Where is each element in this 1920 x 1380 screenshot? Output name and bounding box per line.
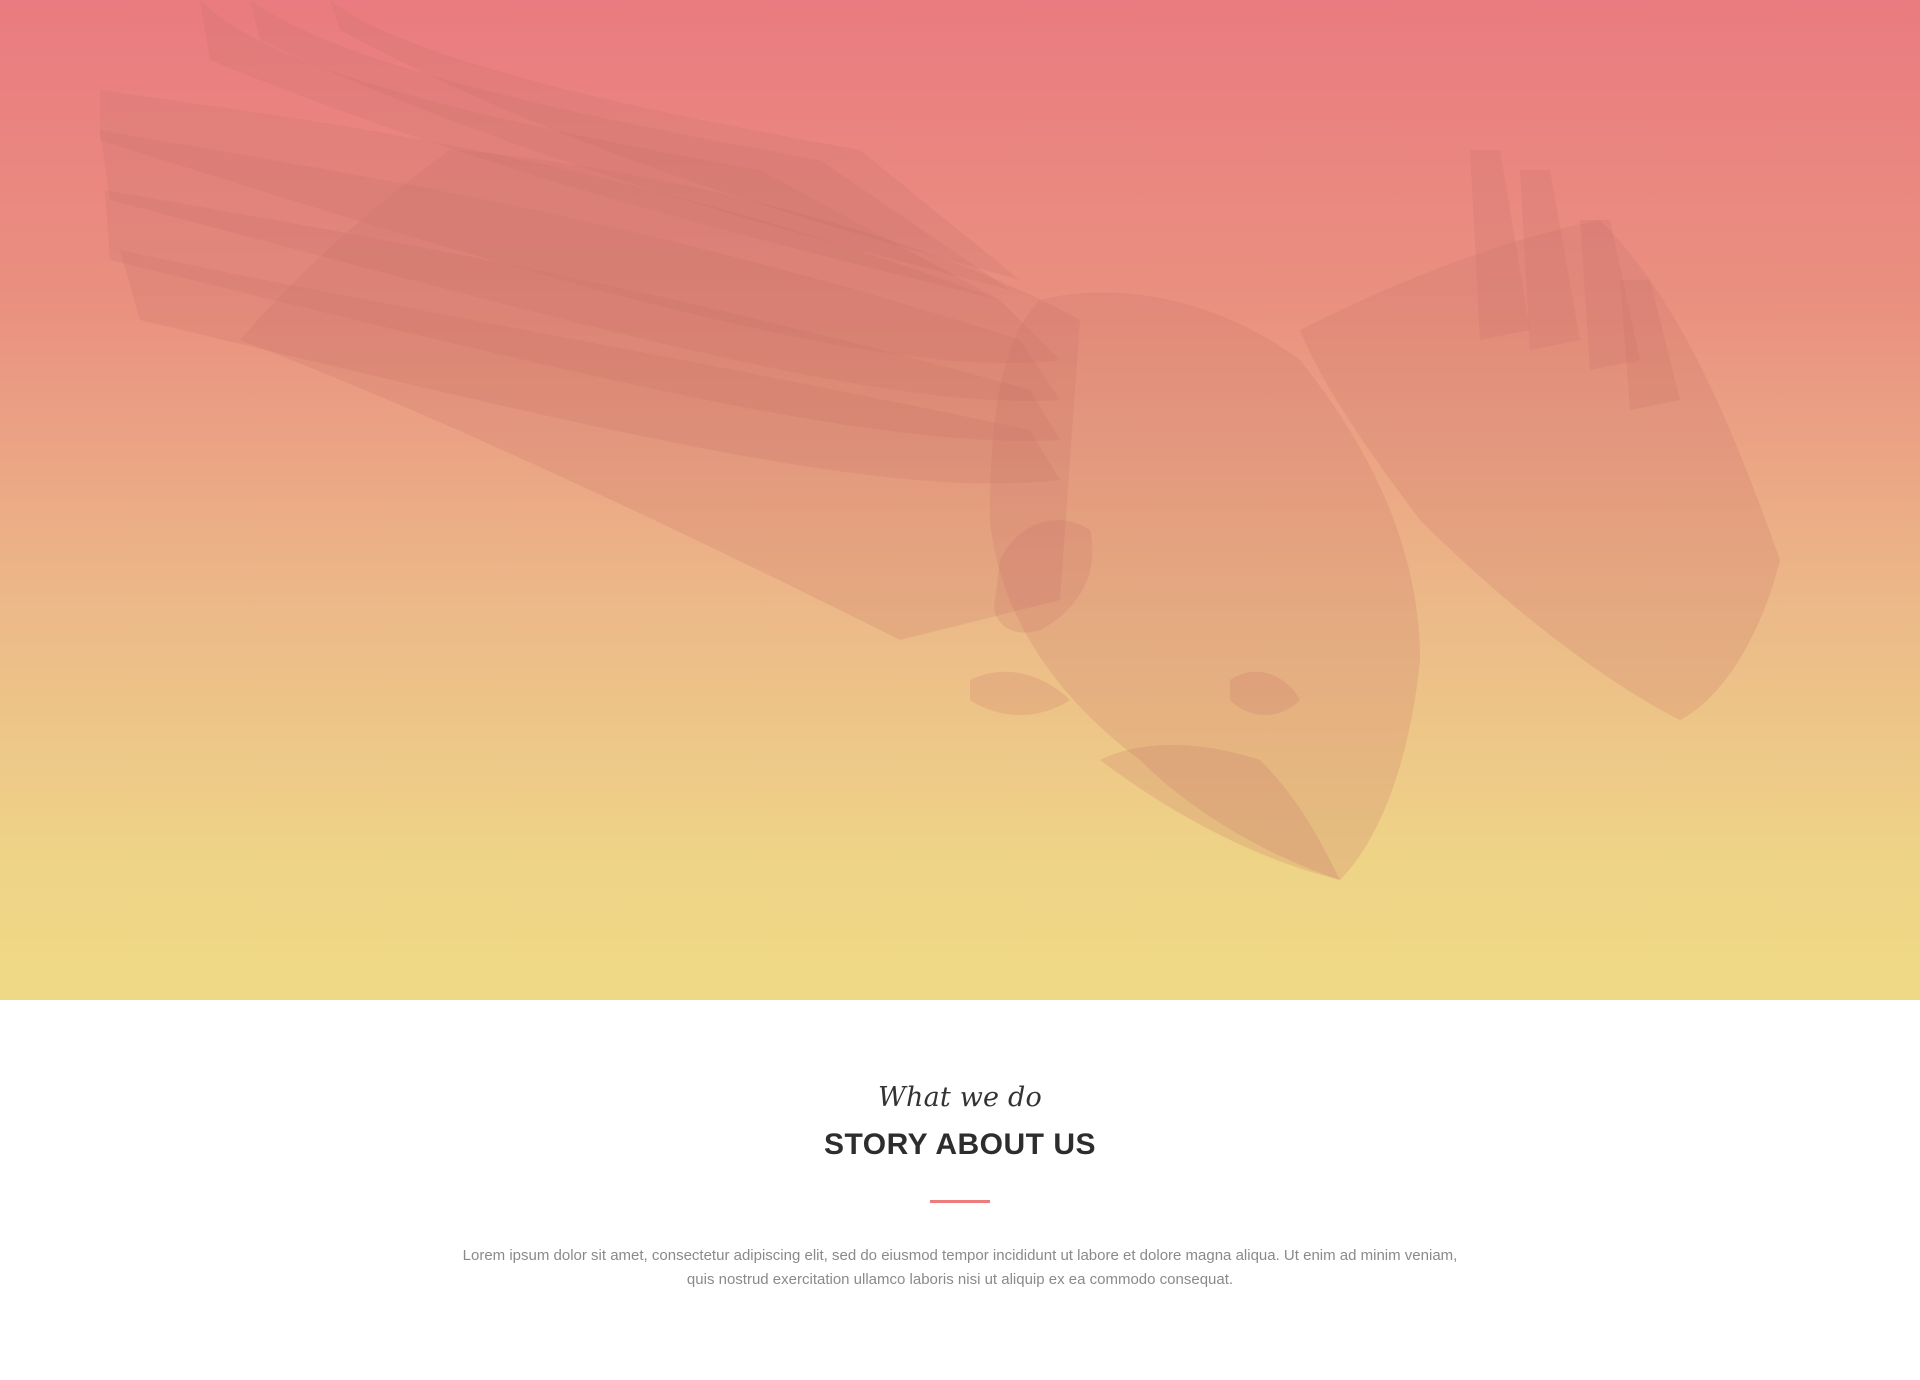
section-description: Lorem ipsum dolor sit amet, consectetur … [462, 1247, 1458, 1288]
section-divider [930, 1200, 990, 1203]
story-about-section: What we do STORY ABOUT US Lorem ipsum do… [0, 1000, 1920, 1380]
section-kicker: What we do [878, 1082, 1042, 1113]
hero-banner [0, 0, 1920, 1000]
eagle-icon [100, 0, 1780, 880]
section-title: STORY ABOUT US [823, 1128, 1097, 1161]
